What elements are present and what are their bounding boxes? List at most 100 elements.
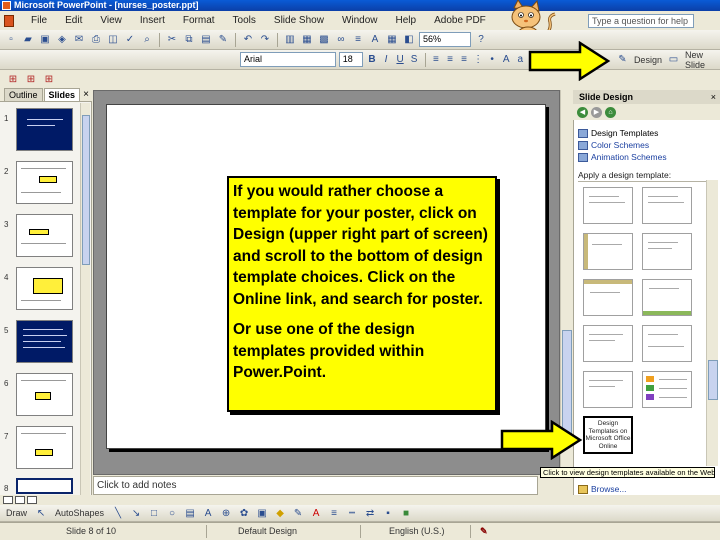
menu-file[interactable]: File: [22, 15, 56, 26]
menu-help[interactable]: Help: [387, 15, 426, 26]
scrollbar-thumb[interactable]: [82, 115, 90, 265]
design-button[interactable]: Design: [631, 55, 665, 65]
instruction-text-box[interactable]: If you would rather choose a template fo…: [227, 176, 497, 412]
diagram-icon[interactable]: ⊕: [219, 506, 233, 520]
rectangle-icon[interactable]: □: [147, 506, 161, 520]
autoshapes-menu[interactable]: AutoShapes: [52, 508, 107, 518]
line-color-icon[interactable]: ✎: [291, 506, 305, 520]
slide-thumbnail-7[interactable]: [16, 426, 73, 469]
undo-icon[interactable]: ↶: [241, 33, 255, 47]
insert-table-icon[interactable]: ▦: [300, 33, 314, 47]
normal-view-icon[interactable]: [3, 496, 13, 504]
close-icon[interactable]: ×: [711, 90, 716, 104]
menu-window[interactable]: Window: [333, 15, 387, 26]
shadow-style-icon[interactable]: ▪: [381, 506, 395, 520]
select-objects-icon[interactable]: ↖: [34, 506, 48, 520]
wordart-icon[interactable]: A: [201, 506, 215, 520]
template-thumbnail[interactable]: [642, 233, 692, 270]
scrollbar-thumb[interactable]: [708, 360, 718, 400]
font-name-select[interactable]: Arial: [240, 52, 336, 67]
align-right-icon[interactable]: ≡: [459, 53, 470, 67]
menu-edit[interactable]: Edit: [56, 15, 91, 26]
notes-pane[interactable]: Click to add notes: [93, 476, 538, 495]
shadow-button[interactable]: S: [409, 53, 420, 67]
slide-sorter-icon[interactable]: [15, 496, 25, 504]
numbering-icon[interactable]: ⋮: [473, 53, 484, 67]
menu-format[interactable]: Format: [174, 15, 224, 26]
print-icon[interactable]: ⎙: [89, 33, 103, 47]
menu-tools[interactable]: Tools: [224, 15, 265, 26]
spelling-icon[interactable]: ✓: [123, 33, 137, 47]
arrow-icon[interactable]: ↘: [129, 506, 143, 520]
arrow-style-icon[interactable]: ⇄: [363, 506, 377, 520]
quick-slide-icon-2[interactable]: ⊞: [24, 72, 38, 86]
design-templates-link[interactable]: Design Templates: [578, 128, 658, 138]
zoom-select[interactable]: 56%: [419, 32, 471, 47]
template-thumbnail[interactable]: [642, 187, 692, 224]
grid-icon[interactable]: ▦: [385, 33, 399, 47]
tab-outline[interactable]: Outline: [4, 88, 43, 101]
line-icon[interactable]: ╲: [111, 506, 125, 520]
template-thumbnail[interactable]: [583, 325, 633, 362]
italic-button[interactable]: I: [381, 53, 392, 67]
dash-style-icon[interactable]: ┅: [345, 506, 359, 520]
slide-thumbnail-3[interactable]: [16, 214, 73, 257]
bullets-icon[interactable]: •: [487, 53, 498, 67]
menu-slide-show[interactable]: Slide Show: [265, 15, 333, 26]
color-schemes-link[interactable]: Color Schemes: [578, 140, 649, 150]
template-thumbnail[interactable]: [642, 279, 692, 316]
tables-borders-icon[interactable]: ▩: [317, 33, 331, 47]
save-icon[interactable]: ▣: [38, 33, 52, 47]
tab-slides[interactable]: Slides: [43, 88, 81, 101]
task-pane-scrollbar[interactable]: [706, 180, 718, 466]
open-icon[interactable]: ▰: [21, 33, 35, 47]
document-icon[interactable]: [4, 14, 14, 27]
format-painter-icon[interactable]: ✎: [216, 33, 230, 47]
slide-thumbnail-8-selected[interactable]: [16, 478, 73, 494]
show-formatting-icon[interactable]: A: [368, 33, 382, 47]
menu-adobe-pdf[interactable]: Adobe PDF: [425, 15, 495, 26]
align-left-icon[interactable]: ≡: [430, 53, 441, 67]
font-color-icon[interactable]: A: [309, 506, 323, 520]
expand-all-icon[interactable]: ≡: [351, 33, 365, 47]
animation-schemes-link[interactable]: Animation Schemes: [578, 152, 667, 162]
menu-insert[interactable]: Insert: [131, 15, 174, 26]
hyperlink-icon[interactable]: ∞: [334, 33, 348, 47]
draw-menu[interactable]: Draw: [3, 508, 30, 518]
slide-show-icon[interactable]: [27, 496, 37, 504]
office-online-templates-link[interactable]: Design Templates on Microsoft Office Onl…: [583, 416, 633, 454]
new-slide-button[interactable]: New Slide: [682, 50, 720, 70]
align-center-icon[interactable]: ≡: [444, 53, 455, 67]
slide-thumbnail-6[interactable]: [16, 373, 73, 416]
browse-link[interactable]: Browse...: [578, 484, 626, 494]
slide-thumbnail-5[interactable]: [16, 320, 73, 363]
redo-icon[interactable]: ↷: [258, 33, 272, 47]
template-thumbnail[interactable]: [583, 187, 633, 224]
menu-view[interactable]: View: [91, 15, 131, 26]
design-icon[interactable]: ✎: [617, 53, 628, 67]
color-grayscale-icon[interactable]: ◧: [402, 33, 416, 47]
email-icon[interactable]: ✉: [72, 33, 86, 47]
slides-pane-scrollbar[interactable]: [80, 103, 90, 495]
research-icon[interactable]: ⌕: [140, 33, 154, 47]
slide-scrollbar[interactable]: [560, 90, 572, 475]
3d-style-icon[interactable]: ■: [399, 506, 413, 520]
slide-thumbnail-1[interactable]: [16, 108, 73, 151]
help-question-input[interactable]: Type a question for help: [588, 14, 694, 28]
copy-icon[interactable]: ⧉: [182, 33, 196, 47]
template-thumbnail[interactable]: [642, 325, 692, 362]
bold-button[interactable]: B: [366, 53, 377, 67]
forward-icon[interactable]: ▶: [591, 106, 602, 118]
back-icon[interactable]: ◀: [577, 106, 588, 118]
permission-icon[interactable]: ◈: [55, 33, 69, 47]
new-slide-icon[interactable]: ▭: [668, 53, 679, 67]
quick-slide-icon[interactable]: ⊞: [6, 72, 20, 86]
slide-thumbnail-2[interactable]: [16, 161, 73, 204]
print-preview-icon[interactable]: ◫: [106, 33, 120, 47]
decrease-font-icon[interactable]: a: [515, 53, 526, 67]
quick-slide-icon-3[interactable]: ⊞: [42, 72, 56, 86]
template-thumbnail-checklist[interactable]: [642, 371, 692, 408]
slide-thumbnail-4[interactable]: [16, 267, 73, 310]
increase-font-icon[interactable]: A: [501, 53, 512, 67]
insert-chart-icon[interactable]: ▥: [283, 33, 297, 47]
